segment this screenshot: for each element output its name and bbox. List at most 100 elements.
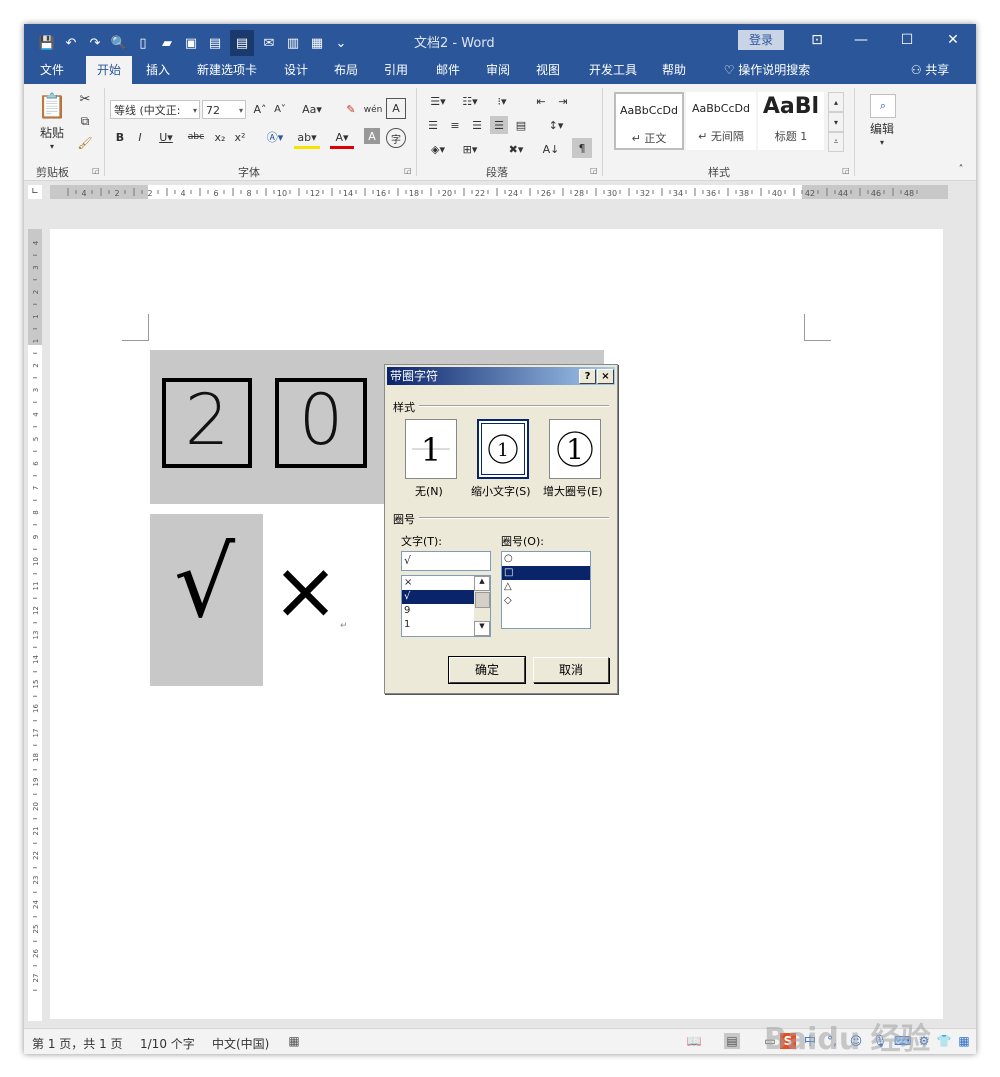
bullets-icon[interactable]: ☰▾: [424, 92, 452, 110]
list-item[interactable]: 9: [402, 604, 474, 618]
ok-button[interactable]: 确定: [448, 656, 526, 684]
align-left-icon[interactable]: ☰: [424, 116, 442, 134]
redo-icon[interactable]: ↷: [86, 34, 104, 52]
cut-icon[interactable]: ✂: [76, 90, 94, 108]
list-item[interactable]: √: [402, 590, 474, 604]
font-color-icon[interactable]: A▾: [330, 128, 354, 149]
text-input[interactable]: √: [401, 551, 491, 571]
underline-icon[interactable]: U▾: [154, 128, 178, 146]
list-item[interactable]: □: [502, 566, 590, 580]
paste-icon[interactable]: 📋: [34, 90, 70, 122]
horizontal-ruler[interactable]: ∟ 4 2 2 4 6 8 10 12 14 16 18 20 22 24 26 28 30 32 34 36 38 40…: [24, 181, 976, 203]
text-listbox[interactable]: × √ 9 1 ▲ ▼: [401, 575, 491, 637]
list-item[interactable]: ×: [402, 576, 474, 590]
tab-help[interactable]: 帮助: [654, 56, 694, 84]
shrink-font-icon[interactable]: A˅: [272, 100, 288, 119]
dialog-close-button[interactable]: ×: [597, 369, 614, 384]
tab-view[interactable]: 视图: [528, 56, 568, 84]
tab-layout[interactable]: 布局: [326, 56, 366, 84]
text-effects-icon[interactable]: Ⓐ▾: [262, 128, 288, 146]
scroll-up-icon[interactable]: ▲: [474, 576, 490, 591]
undo-icon[interactable]: ↶: [62, 34, 80, 52]
print-layout-view-icon[interactable]: ▤: [724, 1033, 740, 1049]
macro-record-icon[interactable]: ▦: [286, 1033, 302, 1049]
highlight-icon[interactable]: ab▾: [294, 128, 320, 149]
styles-more-icon[interactable]: ⩡: [828, 132, 844, 152]
minimize-icon[interactable]: —: [846, 28, 876, 52]
increase-indent-icon[interactable]: ⇥: [554, 92, 572, 110]
tab-selector-icon[interactable]: ∟: [28, 185, 42, 199]
enclose-characters-icon[interactable]: 字: [386, 128, 406, 148]
grow-font-icon[interactable]: A˄: [252, 100, 268, 119]
tab-insert[interactable]: 插入: [138, 56, 178, 84]
styles-up-icon[interactable]: ▴: [828, 92, 844, 112]
character-shading-icon[interactable]: A: [364, 128, 380, 144]
maximize-icon[interactable]: ☐: [892, 28, 922, 52]
phonetic-guide-icon[interactable]: wén: [364, 100, 383, 119]
tell-me-search[interactable]: ♡ 操作说明搜索: [712, 56, 822, 84]
editing-button[interactable]: 编辑: [864, 120, 900, 136]
collapse-ribbon-icon[interactable]: ˄: [954, 162, 968, 176]
styles-down-icon[interactable]: ▾: [828, 112, 844, 132]
enclosed-char-0[interactable]: 0: [275, 378, 367, 468]
tab-references[interactable]: 引用: [376, 56, 416, 84]
login-button[interactable]: 登录: [738, 30, 784, 50]
paragraph-launcher-icon[interactable]: ◲: [590, 166, 598, 175]
option-enlarge-symbol[interactable]: 1: [549, 419, 601, 479]
numbering-icon[interactable]: ☷▾: [456, 92, 484, 110]
line-spacing-icon[interactable]: ↕▾: [542, 116, 570, 134]
list-item[interactable]: 1: [402, 618, 474, 632]
word-count[interactable]: 1/10 个字: [140, 1035, 195, 1052]
font-size-combo[interactable]: 72 ▾: [202, 100, 246, 119]
save-icon[interactable]: 💾: [38, 34, 56, 52]
paste-image-icon[interactable]: ▤: [206, 34, 224, 52]
italic-icon[interactable]: I: [132, 128, 148, 146]
paste-button[interactable]: 粘贴: [34, 124, 70, 140]
open-folder-icon[interactable]: ▰: [158, 34, 176, 52]
sort-icon[interactable]: A↓: [542, 140, 560, 158]
read-mode-icon[interactable]: ▤: [230, 30, 254, 56]
strikethrough-icon[interactable]: abc: [184, 128, 208, 146]
distributed-icon[interactable]: ▤: [512, 116, 530, 134]
tab-review[interactable]: 审阅: [478, 56, 518, 84]
read-mode-view-icon[interactable]: 📖: [686, 1033, 702, 1049]
paste-dropdown-icon[interactable]: ▦: [308, 34, 326, 52]
option-enlarge-symbol-label[interactable]: 增大圈号(E): [543, 483, 603, 499]
share-button[interactable]: ⚇ 共享: [904, 56, 956, 84]
decrease-indent-icon[interactable]: ⇤: [532, 92, 550, 110]
ime-menu-icon[interactable]: ▦: [956, 1033, 972, 1049]
ribbon-display-icon[interactable]: ⊡: [802, 28, 832, 52]
change-case-icon[interactable]: Aa▾: [300, 100, 324, 119]
shading-icon[interactable]: ◈▾: [424, 140, 452, 158]
language[interactable]: 中文(中国): [212, 1035, 269, 1052]
align-center-icon[interactable]: ≡: [446, 116, 464, 134]
style-no-spacing[interactable]: AaBbCcDd ↵ 无间隔: [686, 92, 756, 150]
style-heading-1[interactable]: AaBl 标题 1: [758, 92, 824, 150]
superscript-icon[interactable]: x²: [232, 128, 248, 146]
customize-qat-icon[interactable]: ⌄: [332, 34, 350, 52]
cancel-button[interactable]: 取消: [533, 657, 609, 683]
editing-dropdown-icon[interactable]: ▾: [874, 136, 890, 148]
envelope-icon[interactable]: ✉: [260, 34, 278, 52]
list-item[interactable]: △: [502, 580, 590, 594]
check-mark-char[interactable]: √: [174, 535, 235, 631]
print-preview-icon[interactable]: 🔍: [110, 34, 128, 52]
tab-mailings[interactable]: 邮件: [428, 56, 468, 84]
help-button[interactable]: ?: [579, 369, 596, 384]
list-item[interactable]: ○: [502, 552, 590, 566]
character-border-icon[interactable]: A: [386, 98, 406, 119]
copy-icon[interactable]: ⧉: [76, 112, 94, 130]
borders-icon[interactable]: ⊞▾: [456, 140, 484, 158]
page-count[interactable]: 第 1 页，共 1 页: [32, 1035, 123, 1052]
find-icon[interactable]: ⌕: [870, 94, 896, 118]
tab-design[interactable]: 设计: [276, 56, 316, 84]
paste-special-icon[interactable]: ▣: [182, 34, 200, 52]
bold-icon[interactable]: B: [112, 128, 128, 146]
enclosure-listbox[interactable]: ○ □ △ ◇: [501, 551, 591, 629]
close-icon[interactable]: ✕: [938, 28, 968, 52]
paste-dropdown-icon[interactable]: ▾: [44, 140, 60, 152]
option-shrink-text[interactable]: 1: [477, 419, 529, 479]
clear-formatting-icon[interactable]: ✎: [342, 100, 360, 119]
list-item[interactable]: ◇: [502, 594, 590, 608]
listbox-scrollbar[interactable]: ▲ ▼: [474, 576, 490, 636]
